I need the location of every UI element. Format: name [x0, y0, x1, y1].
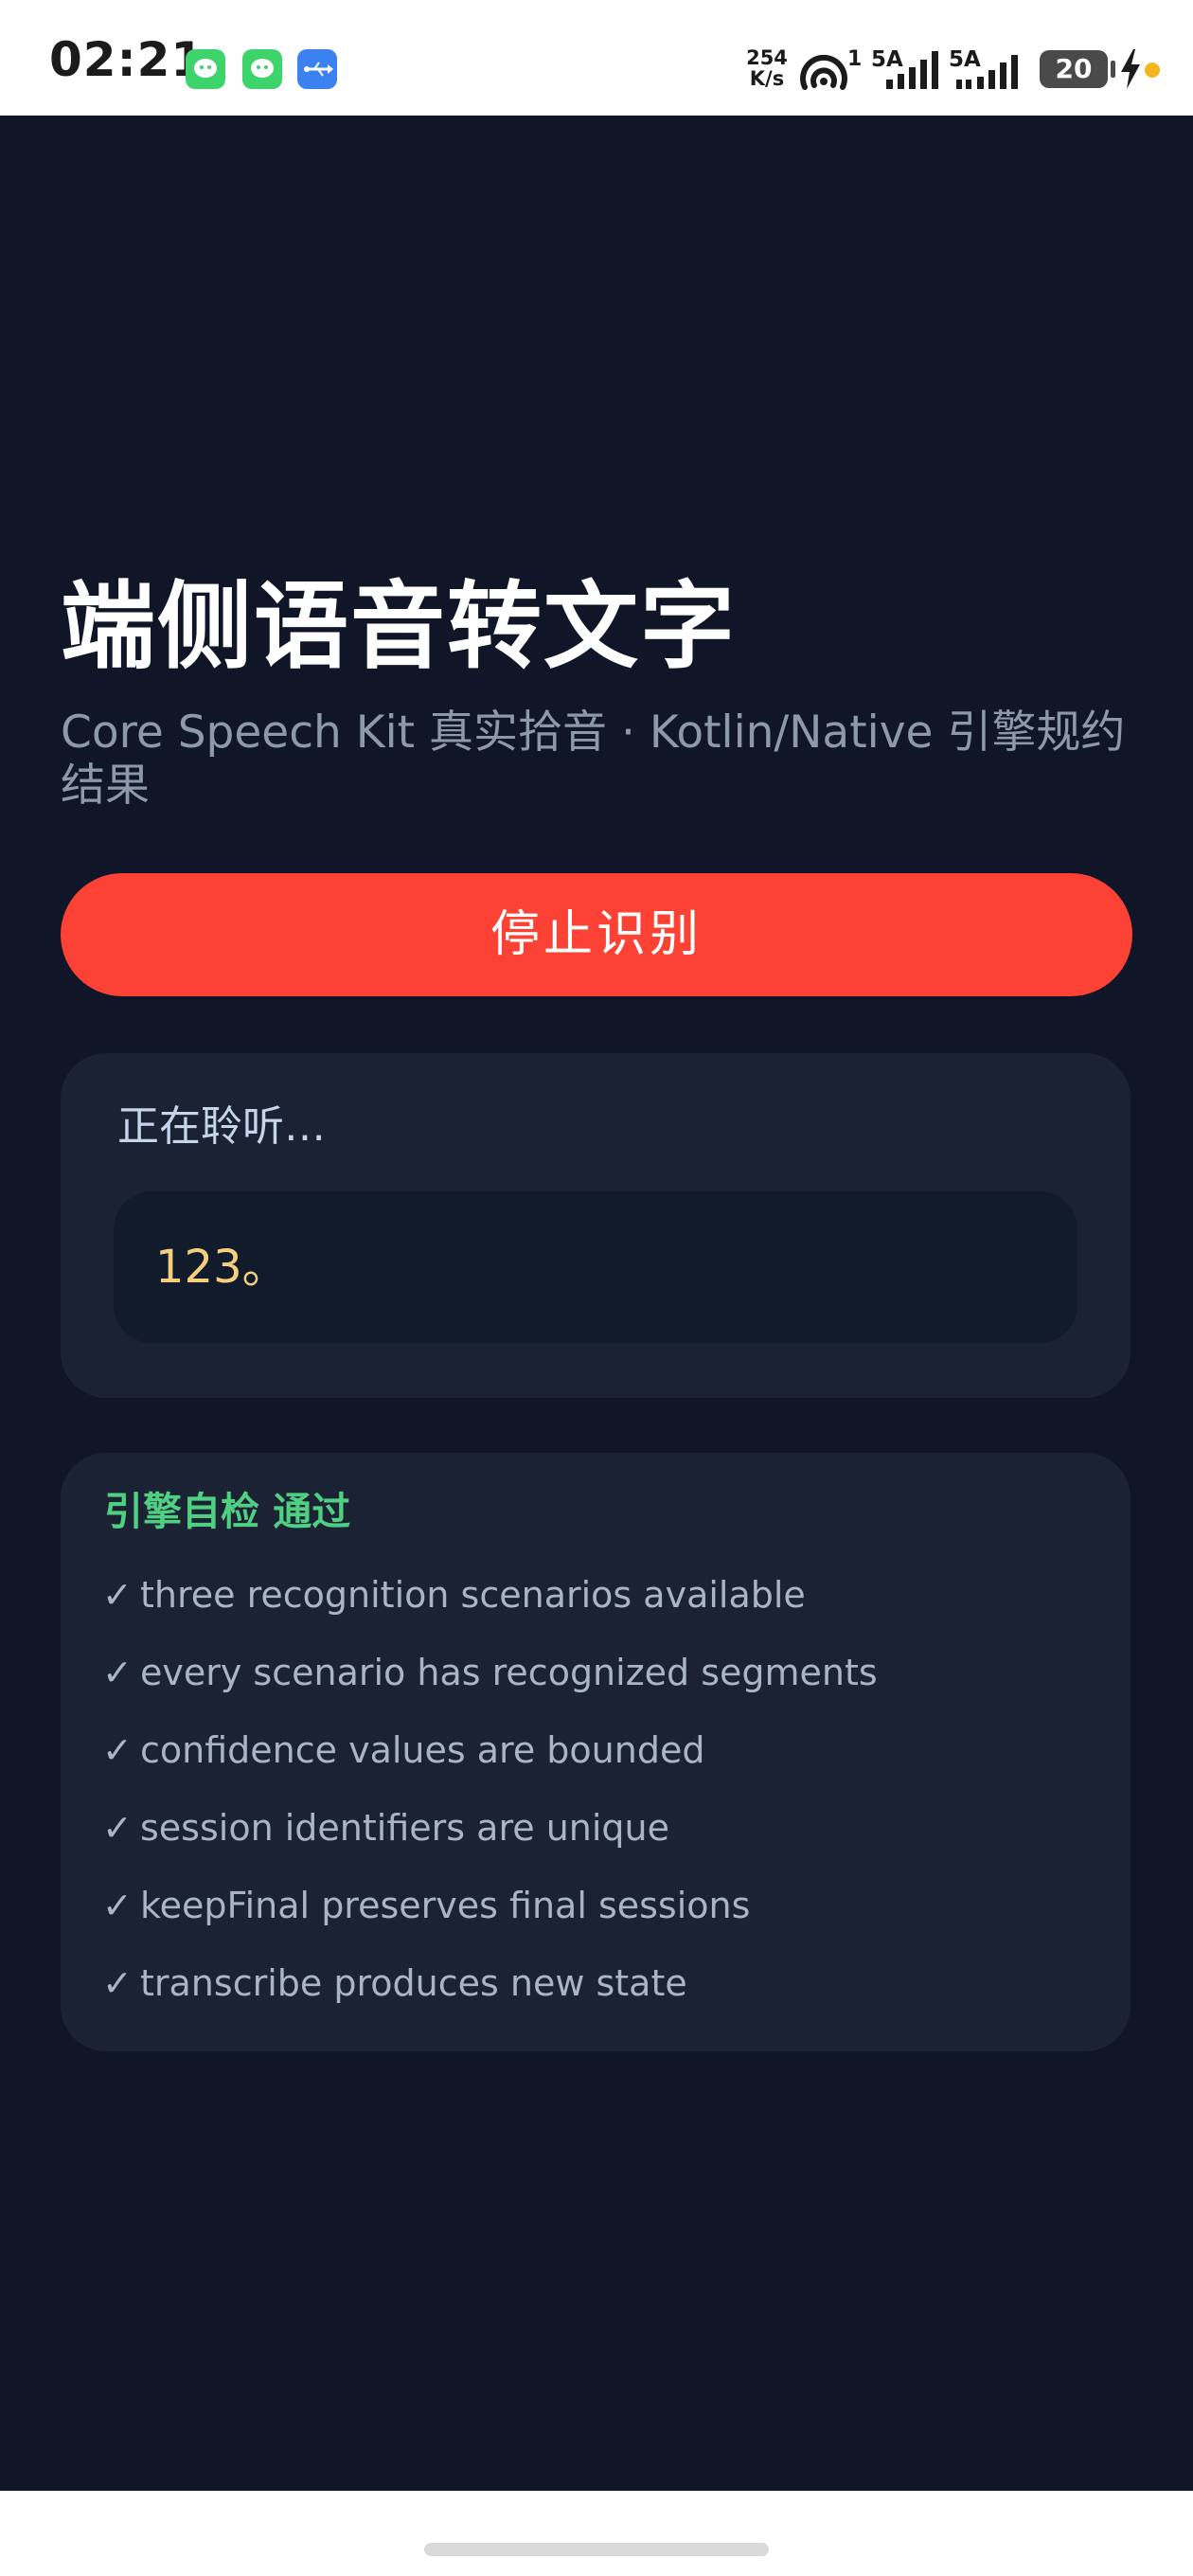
- battery-icon: 20: [1040, 50, 1108, 88]
- navigation-bar: [0, 2491, 1193, 2576]
- self-check-item: ✓ transcribe produces new state: [102, 1959, 878, 2036]
- listening-status: 正在聆听…: [117, 1102, 326, 1151]
- checkmark-icon: ✓: [102, 1885, 133, 1926]
- self-check-title: 引擎自检 通过: [104, 1489, 351, 1534]
- battery-tip: [1111, 61, 1115, 78]
- self-check-item-label: keepFinal preserves final sessions: [140, 1885, 751, 1926]
- charging-icon: [1121, 49, 1140, 89]
- battery-level: 20: [1055, 53, 1093, 84]
- usb-icon: [297, 49, 337, 89]
- self-check-item-label: transcribe produces new state: [140, 1962, 687, 2004]
- self-check-item: ✓ keepFinal preserves final sessions: [102, 1881, 878, 1959]
- network-speed-unit: K/s: [749, 67, 785, 90]
- checkmark-icon: ✓: [102, 1652, 133, 1693]
- engine-self-check-card: 引擎自检 通过 ✓ three recognition scenarios ava…: [61, 1453, 1131, 2051]
- checkmark-icon: ✓: [102, 1574, 133, 1616]
- home-indicator[interactable]: [424, 2543, 769, 2556]
- checkmark-icon: ✓: [102, 1729, 133, 1771]
- page-subtitle: Core Speech Kit 真实拾音 · Kotlin/Native 引擎规…: [61, 707, 1126, 812]
- checkmark-icon: ✓: [102, 1962, 133, 2004]
- status-time: 02:21: [49, 32, 205, 87]
- page-title: 端侧语音转文字: [61, 571, 737, 682]
- charging-indicator-dot: [1145, 63, 1160, 78]
- transcript-text: 123。: [155, 1241, 288, 1294]
- self-check-item: ✓ session identifiers are unique: [102, 1803, 878, 1881]
- self-check-item: ✓ three recognition scenarios available: [102, 1570, 878, 1648]
- signal-icon: [886, 51, 938, 89]
- network-speed-value: 254: [746, 46, 788, 69]
- hotspot-count: 1: [847, 47, 863, 71]
- self-check-list: ✓ three recognition scenarios available ✓…: [102, 1570, 878, 2036]
- network-speed: 254 K/s: [742, 47, 792, 89]
- status-bar: 02:21 254 K/s 1 5A 5A 20: [0, 0, 1193, 116]
- wechat-icon: [242, 49, 282, 89]
- self-check-item: ✓ confidence values are bounded: [102, 1726, 878, 1803]
- listening-card: 正在聆听… 123。: [61, 1053, 1131, 1398]
- self-check-item-label: every scenario has recognized segments: [140, 1652, 878, 1693]
- wechat-icon: [186, 49, 225, 89]
- stop-recognition-button[interactable]: 停止识别: [61, 873, 1132, 996]
- self-check-item-label: session identifiers are unique: [140, 1807, 669, 1849]
- self-check-item-label: three recognition scenarios available: [140, 1574, 806, 1616]
- self-check-item: ✓ every scenario has recognized segments: [102, 1648, 878, 1726]
- signal-icon: [956, 55, 1018, 89]
- hotspot-icon: [800, 54, 847, 90]
- transcript-box: 123。: [114, 1191, 1077, 1343]
- self-check-item-label: confidence values are bounded: [140, 1729, 705, 1771]
- checkmark-icon: ✓: [102, 1807, 133, 1849]
